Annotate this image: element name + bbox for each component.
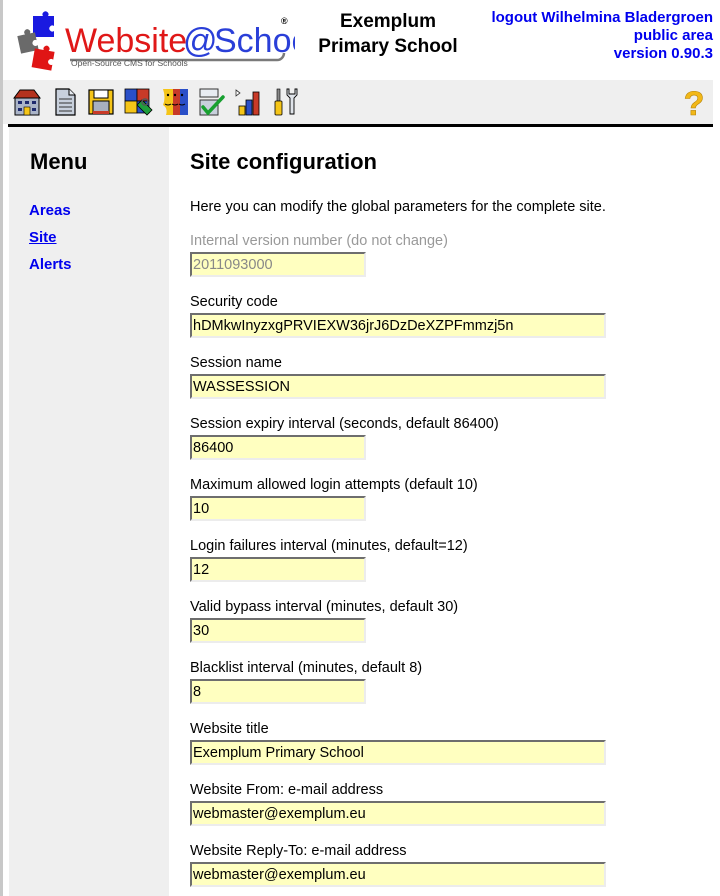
site-name-line1: Exemplum	[339, 11, 437, 32]
field-blacklist-interval: Blacklist interval (minutes, default 8)	[190, 660, 710, 704]
svg-text:?: ?	[684, 86, 705, 118]
field-label: Session expiry interval (seconds, defaul…	[190, 416, 499, 432]
internal-version-input[interactable]	[190, 252, 366, 277]
field-label: Security code	[190, 294, 278, 310]
intro-text: Here you can modify the global parameter…	[190, 199, 606, 215]
menu-title: Menu	[30, 149, 88, 174]
user-block: logout Wilhelmina Bladergroen public are…	[491, 9, 713, 63]
logo-text-website: Website	[65, 22, 187, 60]
puzzle-pieces-icon	[17, 11, 55, 71]
checkbox-check-icon[interactable]	[196, 86, 226, 118]
public-area-link[interactable]: public area	[491, 27, 713, 45]
logout-link[interactable]: logout Wilhelmina Bladergroen	[491, 9, 713, 27]
page-icon[interactable]	[50, 86, 80, 118]
statistics-bars-icon[interactable]	[233, 86, 263, 118]
blacklist-interval-input[interactable]	[190, 679, 366, 704]
field-label: Website title	[190, 721, 269, 737]
field-label: Website From: e-mail address	[190, 782, 384, 798]
floppy-disk-icon[interactable]	[86, 86, 116, 118]
field-label: Session name	[190, 355, 282, 371]
puzzle-lock-icon[interactable]	[123, 86, 153, 118]
site-name-line2: Primary School	[318, 36, 458, 57]
window-left-edge	[0, 0, 3, 896]
field-label: Login failures interval (minutes, defaul…	[190, 538, 468, 554]
tools-icon[interactable]	[270, 86, 300, 118]
field-label: Internal version number (do not change)	[190, 233, 448, 249]
help-question-icon[interactable]: ?	[679, 86, 709, 118]
field-label: Blacklist interval (minutes, default 8)	[190, 660, 423, 676]
field-session-expiry: Session expiry interval (seconds, defaul…	[190, 416, 710, 460]
from-email-input[interactable]	[190, 801, 606, 826]
session-expiry-input[interactable]	[190, 435, 366, 460]
website-title-input[interactable]	[190, 740, 606, 765]
version-link[interactable]: version 0.90.3	[491, 45, 713, 63]
session-name-input[interactable]	[190, 374, 606, 399]
reply-to-email-input[interactable]	[190, 862, 606, 887]
svg-text:®: ®	[281, 16, 288, 26]
field-reply-to-email: Website Reply-To: e-mail address	[190, 843, 710, 887]
field-internal-version: Internal version number (do not change)	[190, 233, 710, 277]
bypass-interval-input[interactable]	[190, 618, 366, 643]
login-failures-interval-input[interactable]	[190, 557, 366, 582]
field-from-email: Website From: e-mail address	[190, 782, 710, 826]
login-attempts-input[interactable]	[190, 496, 366, 521]
field-label: Website Reply-To: e-mail address	[190, 843, 407, 859]
field-label: Valid bypass interval (minutes, default …	[190, 599, 459, 615]
header: Website @ School ® Open-Source CMS for S…	[3, 0, 720, 80]
field-label: Maximum allowed login attempts (default …	[190, 477, 478, 493]
field-security-code: Security code	[190, 294, 710, 338]
sidebar: Menu Areas Site Alerts	[9, 127, 169, 896]
sidebar-item-alerts[interactable]: Alerts	[29, 256, 72, 273]
field-website-title: Website title	[190, 721, 710, 765]
field-bypass-interval: Valid bypass interval (minutes, default …	[190, 599, 710, 643]
security-code-input[interactable]	[190, 313, 606, 338]
logo-tagline: Open-Source CMS for Schools	[71, 58, 188, 68]
website-at-school-logo[interactable]: Website @ School ® Open-Source CMS for S…	[15, 10, 295, 72]
toolbar: ?	[3, 80, 713, 124]
field-login-attempts: Maximum allowed login attempts (default …	[190, 477, 710, 521]
field-login-failures-interval: Login failures interval (minutes, defaul…	[190, 538, 710, 582]
sidebar-item-areas[interactable]: Areas	[29, 202, 71, 219]
site-name: Exemplum Primary School	[303, 9, 473, 59]
field-session-name: Session name	[190, 355, 710, 399]
logo-text-at: @	[183, 22, 218, 60]
page-title: Site configuration	[190, 149, 377, 174]
sidebar-item-site[interactable]: Site	[29, 229, 57, 246]
users-faces-icon[interactable]	[160, 86, 190, 118]
home-icon[interactable]	[12, 86, 42, 118]
